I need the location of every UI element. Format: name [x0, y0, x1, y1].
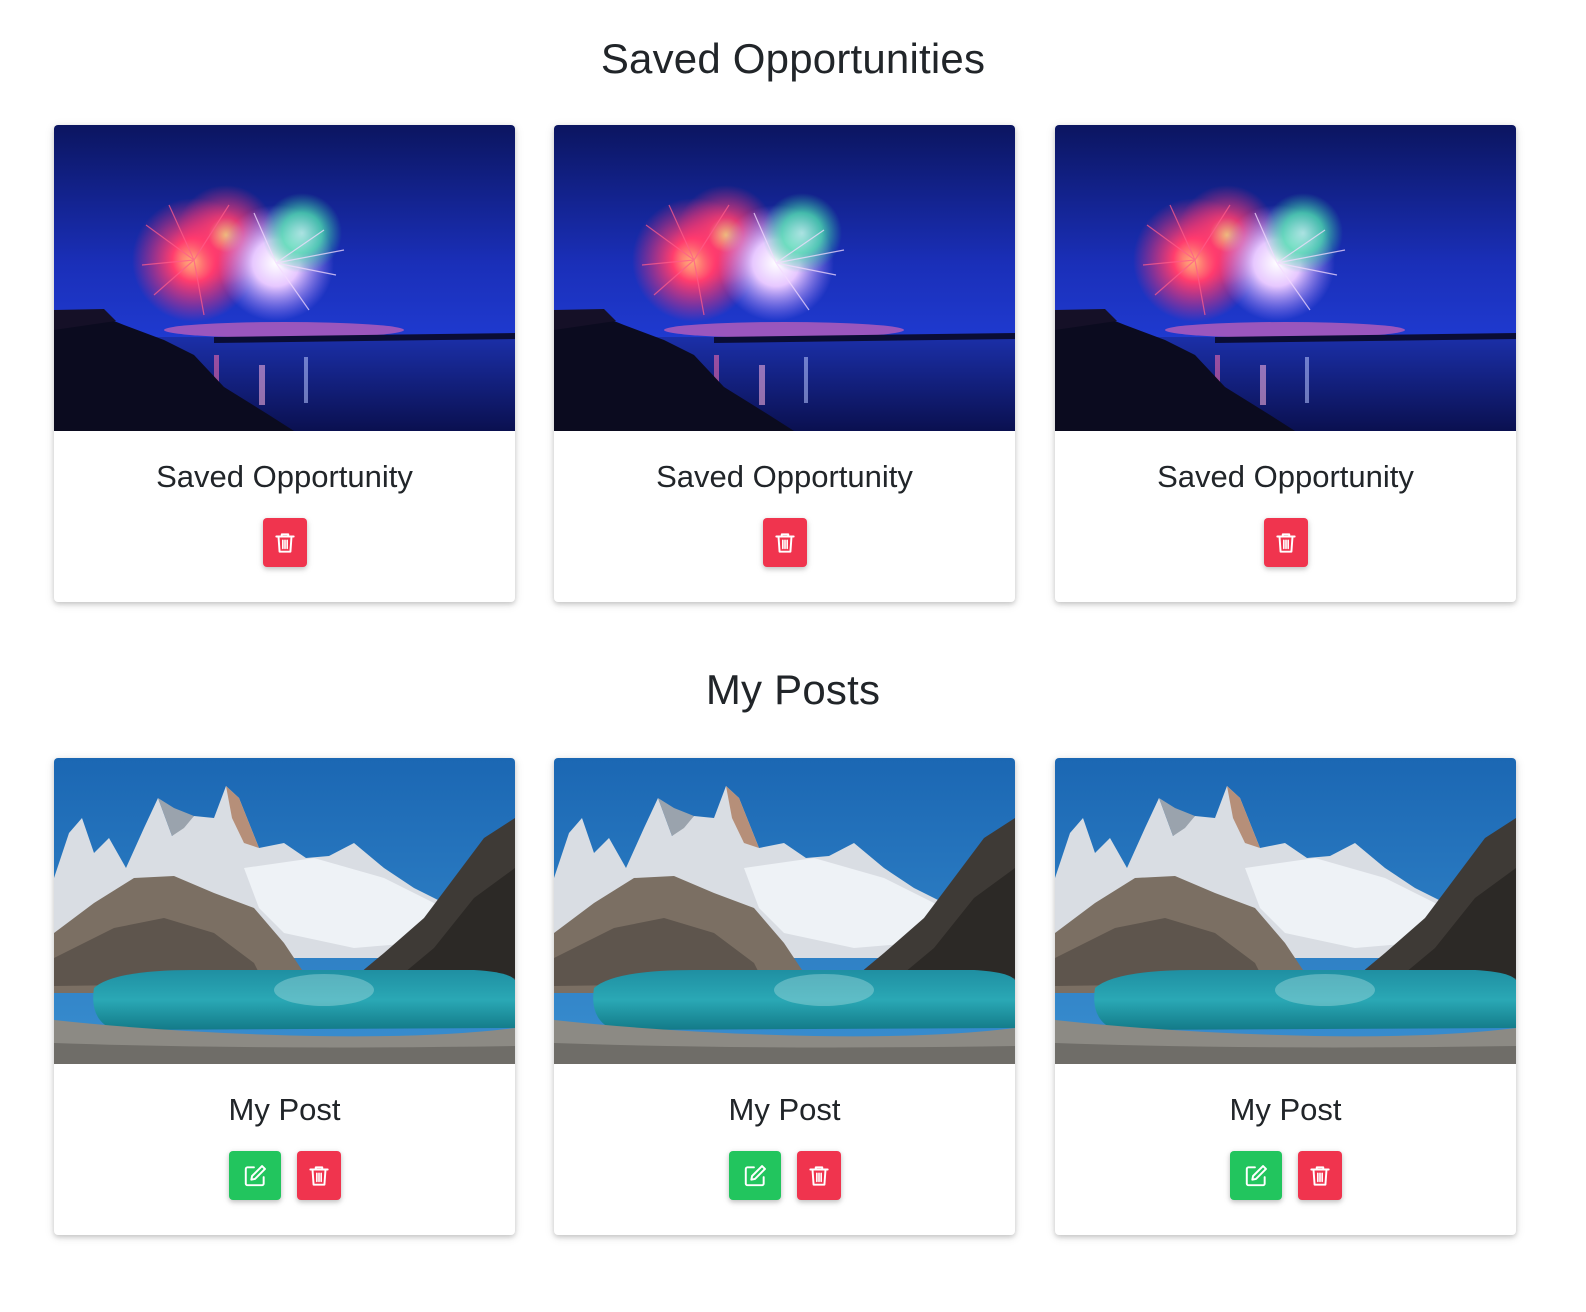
mountain-lake-image: [54, 758, 515, 1064]
fireworks-image: [54, 125, 515, 431]
saved-opportunity-card: Saved Opportunity: [554, 125, 1015, 602]
edit-icon: [1243, 1163, 1269, 1189]
trash-icon: [806, 1163, 832, 1189]
mountain-lake-image: [1055, 758, 1516, 1064]
delete-button[interactable]: [762, 518, 807, 567]
my-posts-list: My Post My Post My Post: [54, 758, 1532, 1236]
trash-icon: [272, 530, 298, 556]
card-title: My Post: [1229, 1092, 1342, 1127]
trash-icon: [772, 530, 798, 556]
saved-opportunities-list: Saved Opportunity Saved Opportunity Save…: [54, 125, 1532, 603]
trash-icon: [1273, 530, 1299, 556]
fireworks-image: [554, 125, 1015, 431]
edit-button[interactable]: [728, 1151, 781, 1200]
delete-button[interactable]: [1263, 518, 1308, 567]
saved-opportunity-card: Saved Opportunity: [54, 125, 515, 602]
card-title: My Post: [728, 1092, 841, 1127]
fireworks-image: [1055, 125, 1516, 431]
my-posts-heading: My Posts: [705, 666, 881, 713]
card-title: Saved Opportunity: [656, 459, 913, 494]
delete-button[interactable]: [262, 518, 307, 567]
delete-button[interactable]: [1297, 1151, 1342, 1200]
card-title: Saved Opportunity: [1157, 459, 1414, 494]
card-title: My Post: [228, 1092, 341, 1127]
edit-button[interactable]: [1229, 1151, 1282, 1200]
mountain-lake-image: [554, 758, 1015, 1064]
trash-icon: [306, 1163, 332, 1189]
delete-button[interactable]: [796, 1151, 841, 1200]
edit-button[interactable]: [228, 1151, 281, 1200]
trash-icon: [1307, 1163, 1333, 1189]
my-post-card: My Post: [554, 758, 1015, 1235]
saved-opportunity-card: Saved Opportunity: [1055, 125, 1516, 602]
my-post-card: My Post: [1055, 758, 1516, 1235]
edit-icon: [242, 1163, 268, 1189]
saved-opportunities-heading: Saved Opportunities: [600, 35, 986, 82]
my-post-card: My Post: [54, 758, 515, 1235]
card-title: Saved Opportunity: [156, 459, 413, 494]
delete-button[interactable]: [296, 1151, 341, 1200]
edit-icon: [742, 1163, 768, 1189]
